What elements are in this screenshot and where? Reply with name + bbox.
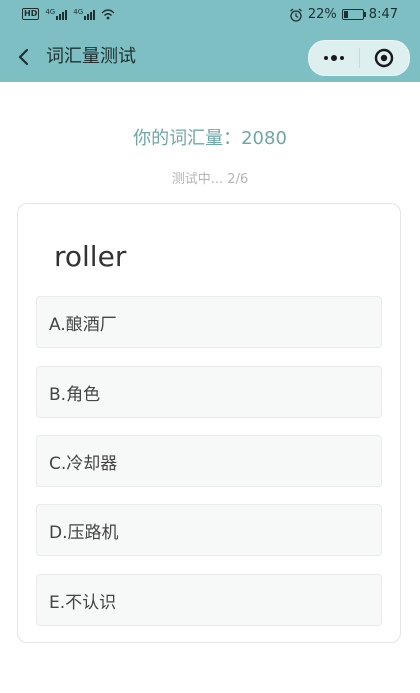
mini-program-capsule <box>308 40 410 76</box>
alarm-icon <box>289 7 302 22</box>
status-right-icons: 22% 8:47 <box>289 7 398 22</box>
option-b[interactable]: B.角色 <box>36 366 382 418</box>
clock-time: 8:47 <box>368 7 398 22</box>
more-dots-icon <box>323 55 344 61</box>
hd-badge: HD <box>22 8 40 20</box>
question-word: roller <box>54 240 127 273</box>
close-button[interactable] <box>359 41 409 75</box>
status-left-icons: HD 4G 4G <box>22 8 115 20</box>
wifi-icon <box>101 9 115 20</box>
option-e[interactable]: E.不认识 <box>36 574 382 626</box>
battery-percent: 22% <box>307 7 337 22</box>
page-title: 词汇量测试 <box>46 46 136 67</box>
test-progress: 测试中... 2/6 <box>171 172 249 187</box>
network-label-1: 4G <box>45 8 56 16</box>
close-circle-icon <box>375 48 394 68</box>
option-a[interactable]: A.酿酒厂 <box>36 296 382 348</box>
status-bar: HD 4G 4G 22% 8:47 <box>0 0 420 32</box>
signal-icon-2: 4G <box>73 8 96 20</box>
battery-icon <box>341 9 366 20</box>
app-header: HD 4G 4G 22% 8:47 词汇量测试 <box>0 0 420 82</box>
option-d[interactable]: D.压路机 <box>36 504 382 556</box>
battery-fill <box>343 11 348 18</box>
more-button[interactable] <box>309 41 359 75</box>
option-c[interactable]: C.冷却器 <box>36 435 382 487</box>
question-card: roller A.酿酒厂 B.角色 C.冷却器 D.压路机 E.不认识 <box>17 203 401 643</box>
back-arrow-icon[interactable] <box>14 45 34 69</box>
signal-icon-1: 4G <box>45 8 68 20</box>
nav-bar: 词汇量测试 <box>0 32 420 82</box>
network-label-2: 4G <box>73 8 84 16</box>
vocabulary-score: 你的词汇量：2080 <box>133 128 287 149</box>
